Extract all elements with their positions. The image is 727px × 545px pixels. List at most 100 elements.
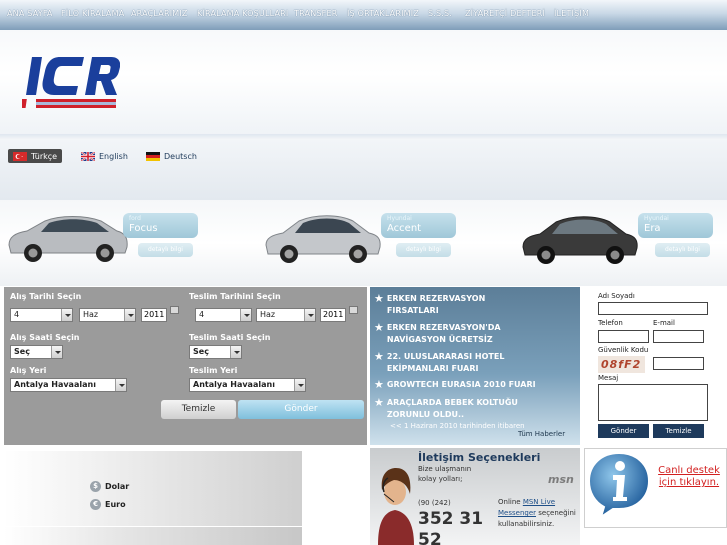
car-tag-accent: Hyundai Accent	[381, 213, 456, 238]
dollar-icon: $	[90, 481, 101, 492]
nav-item-rental-terms[interactable]: KİRALAMA KOŞULLARI	[197, 9, 288, 18]
phone-area-code: (90 (242)	[418, 499, 451, 507]
car-detail-button-era[interactable]: detaylı bilgi	[655, 243, 710, 257]
currency-label: Dolar	[105, 482, 130, 491]
calendar-icon[interactable]	[349, 306, 358, 314]
car-detail-button-focus[interactable]: detaylı bilgi	[138, 243, 193, 257]
phone-label: Telefon	[598, 319, 623, 327]
pickup-month-select[interactable]: Haz	[79, 308, 136, 322]
germany-flag-icon	[146, 151, 160, 161]
currency-euro: € Euro	[90, 499, 126, 510]
news-item[interactable]: ★ ERKEN REZERVASYON FIRSATLARI	[374, 293, 574, 317]
support-agent-photo	[378, 468, 414, 545]
return-time-select[interactable]: Seç	[189, 345, 242, 359]
car-model: Accent	[387, 223, 422, 234]
news-item[interactable]: ★ ARAÇLARDA BEBEK KOLTUĞU ZORUNLU OLDU..	[374, 397, 574, 421]
car-image-hyundai-era[interactable]	[520, 205, 640, 267]
news-item[interactable]: ★ 22. ULUSLARARASI HOTEL EKİPMANLARI FUAR…	[374, 351, 574, 375]
car-image-ford-focus[interactable]	[5, 205, 130, 265]
lang-turkish-label: Türkçe	[31, 151, 58, 161]
nav-item-contact[interactable]: İLETİŞİM	[554, 9, 589, 18]
currency-panel: $ Dolar € Euro	[4, 448, 367, 545]
car-tag-era: Hyundai Era	[638, 213, 713, 238]
name-field[interactable]	[598, 302, 708, 315]
phone-number: 352 31	[418, 509, 484, 529]
chevron-down-icon	[51, 346, 62, 358]
pickup-time-select[interactable]: Seç	[10, 345, 63, 359]
reservation-form: Alış Tarihi Seçin Teslim Tarihini Seçin …	[4, 287, 367, 445]
chevron-down-icon	[115, 379, 126, 391]
pickup-date-label: Alış Tarihi Seçin	[10, 292, 82, 301]
live-support-box[interactable]: Canlı destek için tıklayın.	[584, 448, 727, 528]
chevron-down-icon	[230, 346, 241, 358]
return-place-label: Teslim Yeri	[189, 366, 238, 375]
live-support-link[interactable]: Canlı destek için tıklayın.	[651, 465, 727, 489]
return-day-select[interactable]: 4	[195, 308, 252, 322]
return-year-field[interactable]: 2011	[320, 308, 346, 322]
nav-item-transfer[interactable]: TRANSFER	[294, 9, 337, 18]
return-place-select[interactable]: Antalya Havaalanı	[189, 378, 306, 392]
clear-button[interactable]: Temizle	[161, 400, 236, 419]
pickup-year-field[interactable]: 2011	[141, 308, 167, 322]
message-label: Mesaj	[598, 374, 619, 382]
chevron-down-icon	[124, 309, 135, 321]
nav-item-faq[interactable]: S.S.S.	[428, 9, 452, 18]
contact-clear-button[interactable]: Temizle	[653, 424, 704, 438]
lang-german[interactable]: Deutsch	[146, 149, 197, 163]
currency-label: Euro	[105, 500, 126, 509]
chevron-down-icon	[304, 309, 315, 321]
send-button[interactable]: Gönder	[238, 400, 364, 419]
nav-item-our-cars[interactable]: ARAÇLARIMIZ	[131, 9, 188, 18]
car-image-hyundai-accent[interactable]	[263, 205, 383, 265]
chevron-down-icon	[240, 309, 251, 321]
top-navigation: ANA SAYFA FİLO KİRALAMA ARAÇLARIMIZ KİRA…	[0, 0, 727, 30]
car-brand: ford	[129, 215, 141, 222]
car-model: Focus	[129, 223, 158, 234]
nav-item-home[interactable]: ANA SAYFA	[7, 9, 53, 18]
contact-subtitle: kolay yolları;	[418, 475, 463, 483]
chevron-down-icon	[61, 309, 72, 321]
return-month-select[interactable]: Haz	[256, 308, 316, 322]
msn-logo: msn	[548, 473, 574, 486]
contact-options-title: İletişim Seçenekleri	[418, 451, 541, 464]
star-icon: ★	[374, 378, 384, 391]
news-item[interactable]: ★ ERKEN REZERVASYON'DA NAVİGASYON ÜCRETSİ…	[374, 322, 574, 346]
nav-item-fleet-rental[interactable]: FİLO KİRALAMA	[61, 9, 124, 18]
lang-turkish[interactable]: Türkçe	[8, 149, 63, 163]
news-panel: ★ ERKEN REZERVASYON FIRSATLARI ★ ERKEN RE…	[370, 287, 580, 445]
nav-item-partners[interactable]: İŞ ORTAKLARIMIZ	[347, 9, 419, 18]
phone-field[interactable]	[598, 330, 649, 343]
news-item-summary: << 1 Haziran 2010 tarihinden itibaren	[390, 422, 525, 430]
phone-number: 52	[418, 530, 442, 545]
icr-logo[interactable]	[16, 55, 121, 111]
news-item[interactable]: ★ GROWTECH EURASIA 2010 FUARI	[374, 379, 574, 391]
all-news-link[interactable]: Tüm Haberler	[518, 430, 565, 438]
lang-english[interactable]: English	[80, 149, 128, 163]
contact-subtitle: Bize ulaşmanın	[418, 465, 472, 473]
pickup-place-select[interactable]: Antalya Havaalanı	[10, 378, 127, 392]
euro-icon: €	[90, 499, 101, 510]
pickup-place-label: Alış Yeri	[10, 366, 47, 375]
uk-flag-icon	[80, 150, 96, 162]
pickup-day-select[interactable]: 4	[10, 308, 73, 322]
car-brand: Hyundai	[644, 215, 669, 222]
car-detail-button-accent[interactable]: detaylı bilgi	[396, 243, 451, 257]
car-tag-focus: ford Focus	[123, 213, 198, 238]
contact-send-button[interactable]: Gönder	[598, 424, 649, 438]
turkey-flag-icon	[13, 151, 27, 161]
car-brand: Hyundai	[387, 215, 412, 222]
message-field[interactable]	[598, 384, 708, 421]
nav-item-guestbook[interactable]: ZİYARETÇİ DEFTERİ	[465, 9, 545, 18]
lang-german-label: Deutsch	[164, 151, 197, 161]
return-time-label: Teslim Saati Seçin	[189, 333, 271, 342]
star-icon: ★	[374, 396, 384, 409]
email-field[interactable]	[653, 330, 704, 343]
currency-panel-bg	[4, 451, 302, 526]
captcha-field[interactable]	[653, 357, 704, 370]
return-date-label: Teslim Tarihini Seçin	[189, 292, 281, 301]
pickup-time-label: Alış Saati Seçin	[10, 333, 80, 342]
star-icon: ★	[374, 321, 384, 334]
car-model: Era	[644, 223, 661, 234]
calendar-icon[interactable]	[170, 306, 179, 314]
captcha-label: Güvenlik Kodu	[598, 346, 649, 354]
